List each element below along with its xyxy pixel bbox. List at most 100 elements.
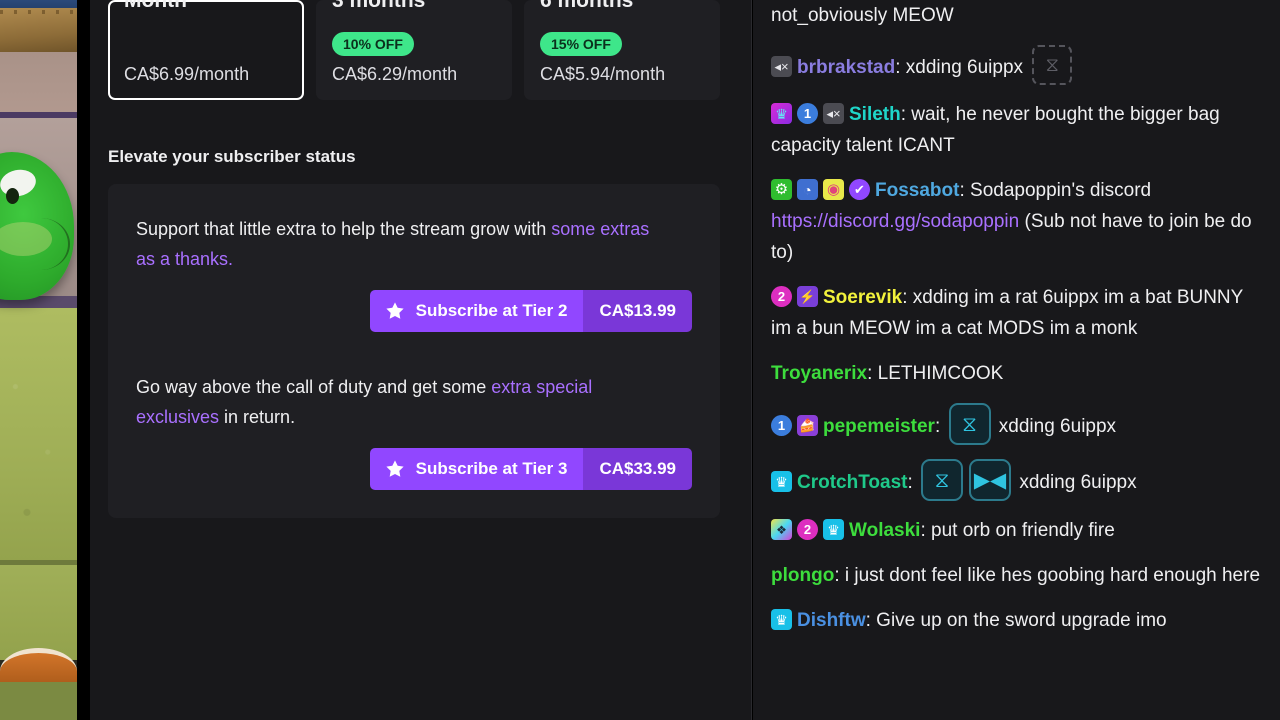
chat-message[interactable]: ♛ Dishftw: Give up on the sword upgrade i… <box>771 605 1266 636</box>
subscribe-button-label: Subscribe at Tier 3 <box>415 459 568 478</box>
sub-tier-1-badge[interactable]: 1 <box>771 415 792 436</box>
muted-speaker-badge[interactable]: ◂× <box>823 103 844 124</box>
sub-tier-1-badge[interactable]: 1 <box>797 103 818 124</box>
chat-message[interactable]: plongo: i just dont feel like hes goobin… <box>771 560 1266 591</box>
chat-username[interactable]: Soerevik <box>823 287 902 308</box>
emote-loading-placeholder[interactable]: ⧖ <box>1032 45 1073 85</box>
tier-description: Support that little extra to help the st… <box>136 219 650 269</box>
chat-link[interactable]: https://discord.gg/sodapoppin <box>771 211 1019 232</box>
pink-crown-badge[interactable]: ♛ <box>771 103 792 124</box>
chat-message[interactable]: ◂× brbrakstad: xdding 6uippx ⧖ <box>771 45 1266 85</box>
chat-text: put orb on friendly fire <box>931 520 1115 541</box>
tier-button-row: Subscribe at Tier 3 CA$33.99 <box>136 448 692 490</box>
plan-name: 6 months <box>540 0 634 12</box>
sub-tier-2-badge[interactable]: 2 <box>771 286 792 307</box>
cyan-crown-badge[interactable]: ♛ <box>823 519 844 540</box>
chat-colon: : <box>900 104 912 125</box>
plan-price: CA$5.94/month <box>540 64 666 84</box>
tier-button-row: Subscribe at Tier 2 CA$13.99 <box>136 290 692 332</box>
subscribe-tier-3-button[interactable]: Subscribe at Tier 3 CA$33.99 <box>369 448 692 490</box>
chat-colon: : <box>865 610 877 631</box>
plan-discount-badge: 10% OFF <box>332 32 414 56</box>
tier-upsell-box: Support that little extra to help the st… <box>108 184 720 518</box>
muted-speaker-badge[interactable]: ◂× <box>771 56 792 77</box>
chat-username[interactable]: CrotchToast <box>797 472 907 493</box>
emote-play-mirror[interactable]: ▶◀ <box>969 459 1012 501</box>
chat-text: xdding 6uippx <box>1014 472 1137 493</box>
chat-username[interactable]: plongo <box>771 565 834 586</box>
moderator-gear-badge[interactable]: ⚙ <box>771 179 792 200</box>
chat-colon: : <box>934 416 946 437</box>
plan-name: Month <box>124 0 187 12</box>
emote-hourglass[interactable]: ⧖ <box>948 403 991 445</box>
subscribe-button-main[interactable]: Subscribe at Tier 3 <box>369 448 584 490</box>
plan-discount-badge: 15% OFF <box>540 32 622 56</box>
chat-message[interactable]: 1 🍰 pepemeister: ⧖ xdding 6uippx <box>771 403 1266 445</box>
chat-text: xdding 6uippx <box>905 57 1029 78</box>
chat-text: i just dont feel like hes goobing hard e… <box>844 565 1261 586</box>
section-title: Elevate your subscriber status <box>108 147 356 166</box>
star-icon <box>384 458 406 480</box>
chat-text: not_obviously MEOW <box>771 5 954 26</box>
tier-description-highlight: extra special exclusives <box>136 377 593 427</box>
tier-description: Go way above the call of duty and get so… <box>136 377 593 427</box>
video-letterbox-gap <box>77 0 90 720</box>
chat-panel[interactable]: not_obviously MEOW ◂× brbrakstad: xdding 6… <box>752 0 1280 720</box>
chat-text: Sodapoppin's discord <box>970 180 1152 201</box>
ghost-badge[interactable]: ◔ <box>797 179 818 200</box>
cyan-crown-badge[interactable]: ♛ <box>771 471 792 492</box>
subscribe-button-price[interactable]: CA$13.99 <box>583 290 692 332</box>
subscribe-button-label: Subscribe at Tier 2 <box>415 301 568 320</box>
chat-username[interactable]: Wolaski <box>849 520 920 541</box>
panel-divider <box>751 0 752 720</box>
chat-message[interactable]: ♛ 1 ◂× Sileth: wait, he never bought the bi… <box>771 99 1266 161</box>
chat-username[interactable]: brbrakstad <box>797 57 895 78</box>
chat-message[interactable]: ♛ CrotchToast: ⧖ ▶◀ xdding 6uippx <box>771 459 1266 501</box>
plan-name: 3 months <box>332 0 426 12</box>
app-root: Month CA$6.99/month 3 months 10% OFF CA$6.29… <box>0 0 1280 720</box>
subscribe-button-main[interactable]: Subscribe at Tier 2 <box>369 290 584 332</box>
chat-colon: : <box>902 287 913 308</box>
tier-description-highlight: some extras as a thanks. <box>136 219 650 269</box>
chat-username[interactable]: Dishftw <box>797 610 866 631</box>
star-icon <box>384 300 406 322</box>
tier-block-3: Go way above the call of duty and get so… <box>136 372 692 490</box>
emote-hourglass[interactable]: ⧖ <box>921 459 964 501</box>
video-grass <box>0 308 77 570</box>
battery-bolt-badge[interactable]: ⚡ <box>797 286 818 307</box>
plan-card-3-months[interactable]: 3 months 10% OFF CA$6.29/month <box>316 0 512 100</box>
sub-tier-2-badge[interactable]: 2 <box>797 519 818 540</box>
subscribe-button-price[interactable]: CA$33.99 <box>583 448 692 490</box>
plan-price: CA$6.29/month <box>332 64 458 84</box>
chat-message-list: not_obviously MEOW ◂× brbrakstad: xdding 6… <box>771 0 1266 636</box>
chat-colon: : <box>867 363 878 384</box>
subscribe-tier-2-button[interactable]: Subscribe at Tier 2 CA$13.99 <box>369 290 692 332</box>
cat-badge[interactable]: ◉ <box>823 179 844 200</box>
chat-username[interactable]: Fossabot <box>875 180 959 201</box>
cake-badge[interactable]: 🍰 <box>797 415 818 436</box>
plan-duration-options: Month CA$6.99/month 3 months 10% OFF CA$6.29… <box>108 0 734 100</box>
chat-message[interactable]: Troyanerix: LETHIMCOOK <box>771 358 1266 389</box>
chat-message[interactable]: 2 ⚡ Soerevik: xdding im a rat 6uippx im a … <box>771 282 1266 344</box>
chat-colon: : <box>907 472 919 493</box>
stream-video-player[interactable] <box>0 0 77 720</box>
video-dirt <box>0 565 77 660</box>
chat-message[interactable]: ⚙ ◔ ◉ ✔ Fossabot: Sodapoppin's discord https… <box>771 175 1266 268</box>
artist-palette-badge[interactable]: ❖ <box>771 519 792 540</box>
plan-card-month[interactable]: Month CA$6.99/month <box>108 0 304 100</box>
plan-card-6-months[interactable]: 6 months 15% OFF CA$5.94/month <box>524 0 720 100</box>
chat-username[interactable]: Troyanerix <box>771 363 867 384</box>
chat-message[interactable]: not_obviously MEOW <box>771 0 1266 31</box>
chat-colon: : <box>959 180 971 201</box>
creature-pupil-icon <box>6 188 19 204</box>
chat-username[interactable]: Sileth <box>849 104 901 125</box>
cyan-crown-badge[interactable]: ♛ <box>771 609 792 630</box>
plan-price: CA$6.99/month <box>124 64 250 84</box>
chat-message[interactable]: ❖ 2 ♛ Wolaski: put orb on friendly fire <box>771 515 1266 546</box>
chat-text: Give up on the sword upgrade imo <box>876 610 1167 631</box>
subscription-panel: Month CA$6.99/month 3 months 10% OFF CA$6.29… <box>90 0 752 720</box>
chat-username[interactable]: pepemeister <box>823 416 935 437</box>
tier-block-2: Support that little extra to help the st… <box>136 214 692 332</box>
video-beam <box>0 8 77 54</box>
verified-badge[interactable]: ✔ <box>849 179 870 200</box>
